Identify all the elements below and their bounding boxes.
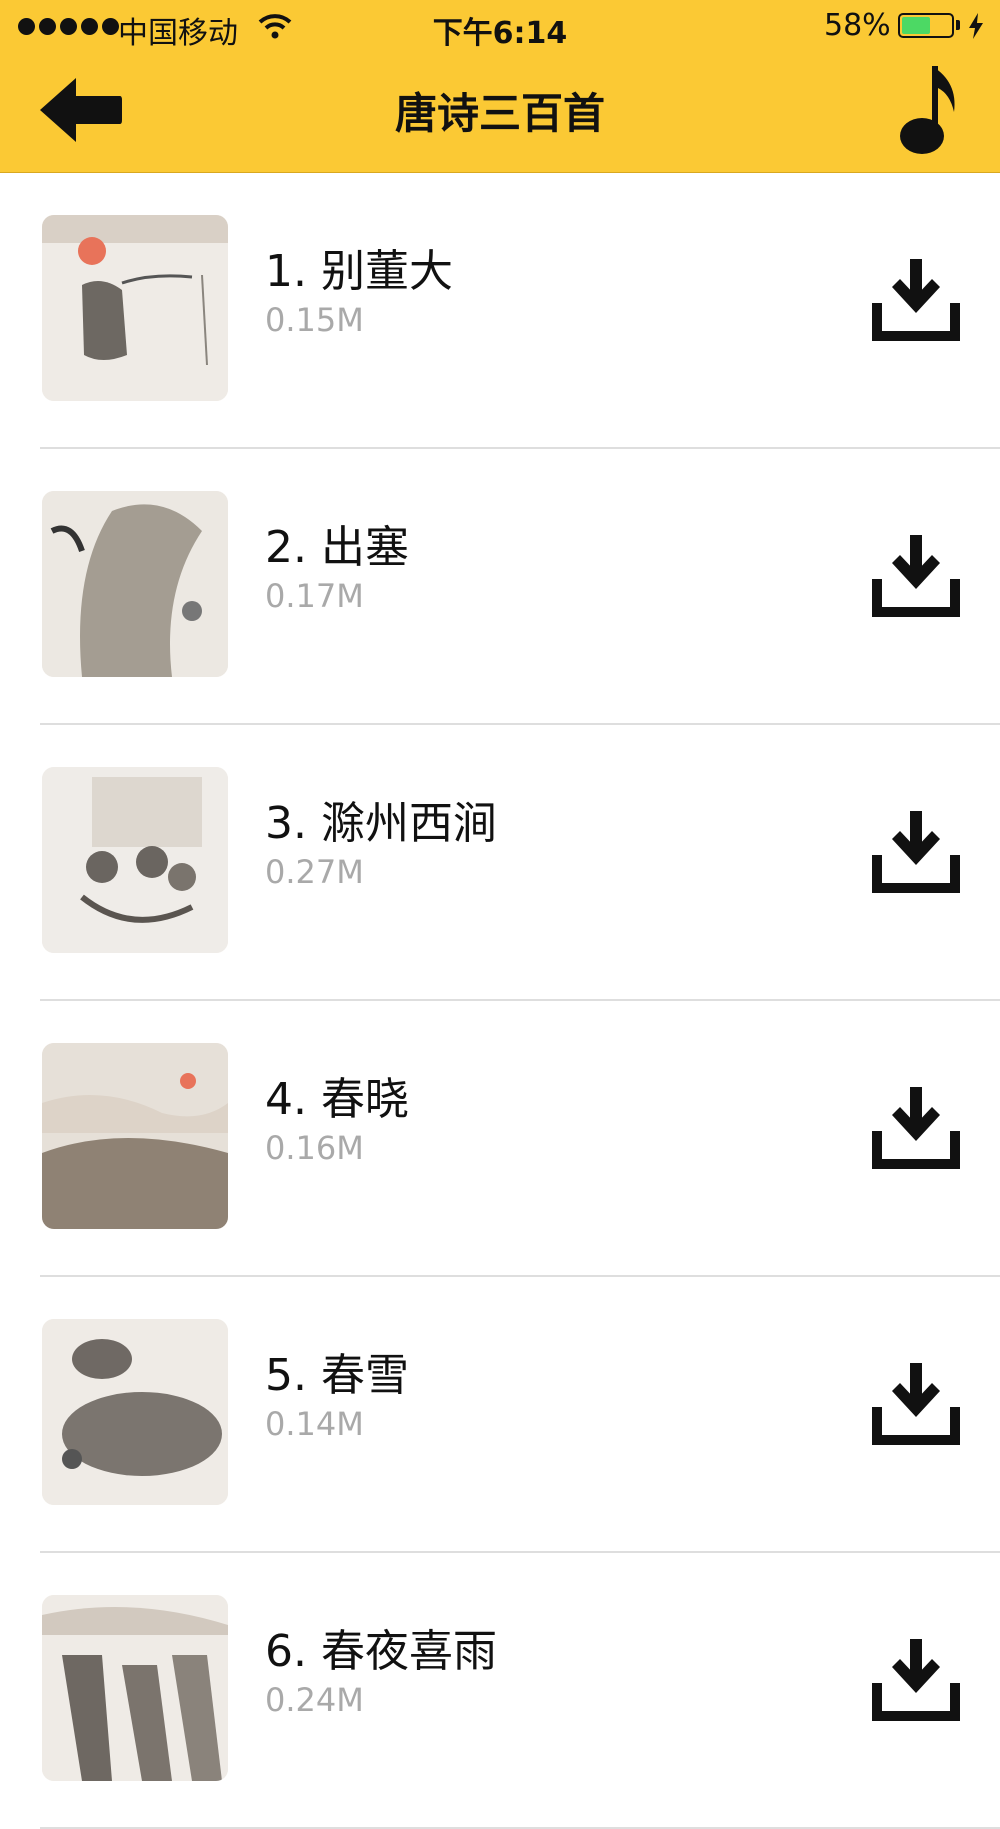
download-button[interactable]: [866, 1079, 966, 1179]
back-button[interactable]: [36, 72, 126, 148]
poem-thumbnail: [42, 767, 228, 953]
download-icon: [872, 811, 960, 893]
battery-icon: [898, 13, 954, 38]
download-button[interactable]: [866, 1355, 966, 1455]
file-size: 0.17M: [265, 577, 364, 615]
list-item[interactable]: 5. 春雪 0.14M: [0, 1277, 1000, 1553]
file-size: 0.15M: [265, 301, 364, 339]
poem-thumbnail: [42, 1595, 228, 1781]
battery-percentage: 58%: [824, 8, 891, 43]
download-button[interactable]: [866, 251, 966, 351]
download-button[interactable]: [866, 1631, 966, 1731]
nav-header: 中国移动 下午6:14 58% 唐诗三百首: [0, 0, 1000, 173]
poem-list: 1. 别董大 0.15M 2. 出塞 0.17M 3. 滁州西涧 0.27M 4…: [0, 173, 1000, 1829]
list-item[interactable]: 6. 春夜喜雨 0.24M: [0, 1553, 1000, 1829]
poem-title: 1. 别董大: [265, 246, 453, 297]
poem-artwork: [42, 215, 228, 401]
poem-artwork: [42, 491, 228, 677]
download-icon: [872, 535, 960, 617]
poem-title: 5. 春雪: [265, 1350, 409, 1401]
file-size: 0.24M: [265, 1681, 364, 1719]
poem-title: 6. 春夜喜雨: [265, 1626, 497, 1677]
poem-title: 4. 春晓: [265, 1074, 409, 1125]
charging-bolt-icon: [969, 13, 983, 39]
poem-artwork: [42, 1595, 228, 1781]
download-icon: [872, 1087, 960, 1169]
list-item[interactable]: 1. 别董大 0.15M: [0, 173, 1000, 449]
poem-thumbnail: [42, 1319, 228, 1505]
file-size: 0.14M: [265, 1405, 364, 1443]
poem-artwork: [42, 767, 228, 953]
poem-thumbnail: [42, 491, 228, 677]
poem-thumbnail: [42, 215, 228, 401]
back-arrow-icon: [40, 78, 122, 142]
poem-title: 2. 出塞: [265, 522, 409, 573]
list-item[interactable]: 3. 滁州西涧 0.27M: [0, 725, 1000, 1001]
download-button[interactable]: [866, 527, 966, 627]
battery-tip: [956, 20, 960, 30]
download-icon: [872, 1639, 960, 1721]
file-size: 0.27M: [265, 853, 364, 891]
download-button[interactable]: [866, 803, 966, 903]
download-icon: [872, 259, 960, 341]
poem-thumbnail: [42, 1043, 228, 1229]
music-note-icon: [900, 66, 955, 154]
download-icon: [872, 1363, 960, 1445]
poem-title: 3. 滁州西涧: [265, 798, 497, 849]
status-bar: 中国移动 下午6:14 58%: [0, 0, 1000, 54]
list-item[interactable]: 2. 出塞 0.17M: [0, 449, 1000, 725]
music-button[interactable]: [898, 60, 964, 160]
poem-artwork: [42, 1319, 228, 1505]
file-size: 0.16M: [265, 1129, 364, 1167]
list-item[interactable]: 4. 春晓 0.16M: [0, 1001, 1000, 1277]
poem-artwork: [42, 1043, 228, 1229]
page-title: 唐诗三百首: [394, 89, 605, 138]
